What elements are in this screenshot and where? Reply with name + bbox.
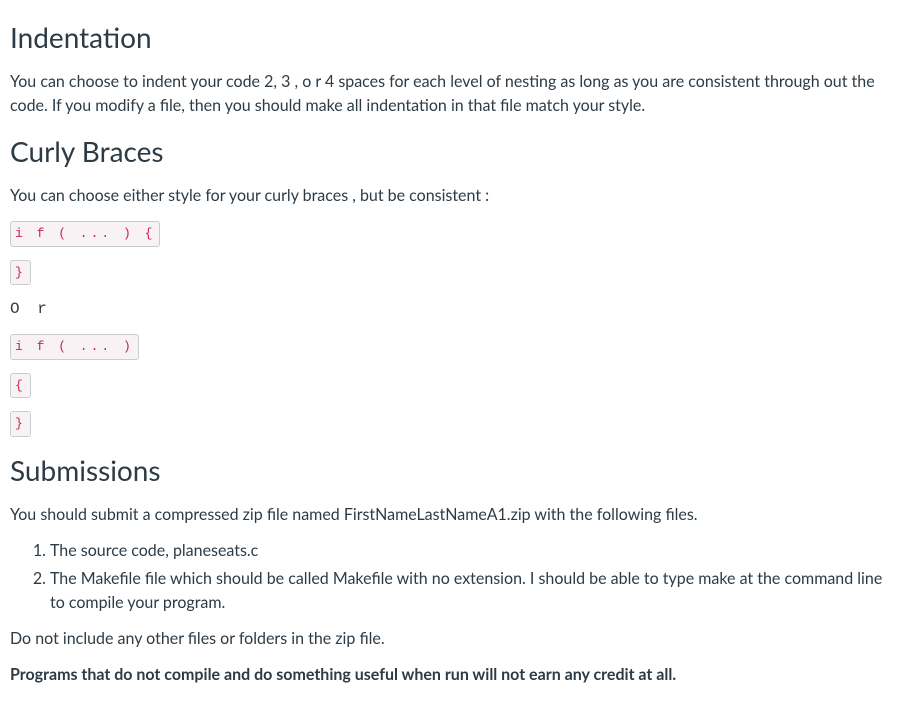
code-block-style1-line1: i f ( ... ) {	[10, 220, 903, 247]
or-separator: O r	[10, 297, 903, 321]
paragraph-curly-intro: You can choose either style for your cur…	[10, 184, 903, 208]
paragraph-submissions-intro: You should submit a compressed zip file …	[10, 503, 903, 527]
submission-list: The source code, planeseats.c The Makefi…	[10, 539, 903, 615]
paragraph-indentation: You can choose to indent your code 2, 3 …	[10, 70, 903, 118]
code-text: i f ( ... )	[10, 334, 139, 360]
heading-submissions: Submissions	[10, 449, 903, 491]
code-text: }	[10, 260, 31, 286]
paragraph-note-exclude: Do not include any other files or folder…	[10, 627, 903, 651]
heading-indentation: Indentation	[10, 16, 903, 58]
code-block-style2-line2: {	[10, 372, 903, 399]
code-block-style1-line2: }	[10, 259, 903, 286]
strong-warning: Programs that do not compile and do some…	[10, 665, 676, 684]
code-block-style2-line3: }	[10, 410, 903, 437]
heading-curly-braces: Curly Braces	[10, 130, 903, 172]
code-text: i f ( ... ) {	[10, 221, 160, 247]
paragraph-note-compile: Programs that do not compile and do some…	[10, 663, 903, 687]
code-text: {	[10, 373, 31, 399]
list-item: The source code, planeseats.c	[50, 539, 903, 563]
list-item: The Makefile file which should be called…	[50, 567, 903, 615]
code-block-style2-line1: i f ( ... )	[10, 333, 903, 360]
code-text: }	[10, 411, 31, 437]
